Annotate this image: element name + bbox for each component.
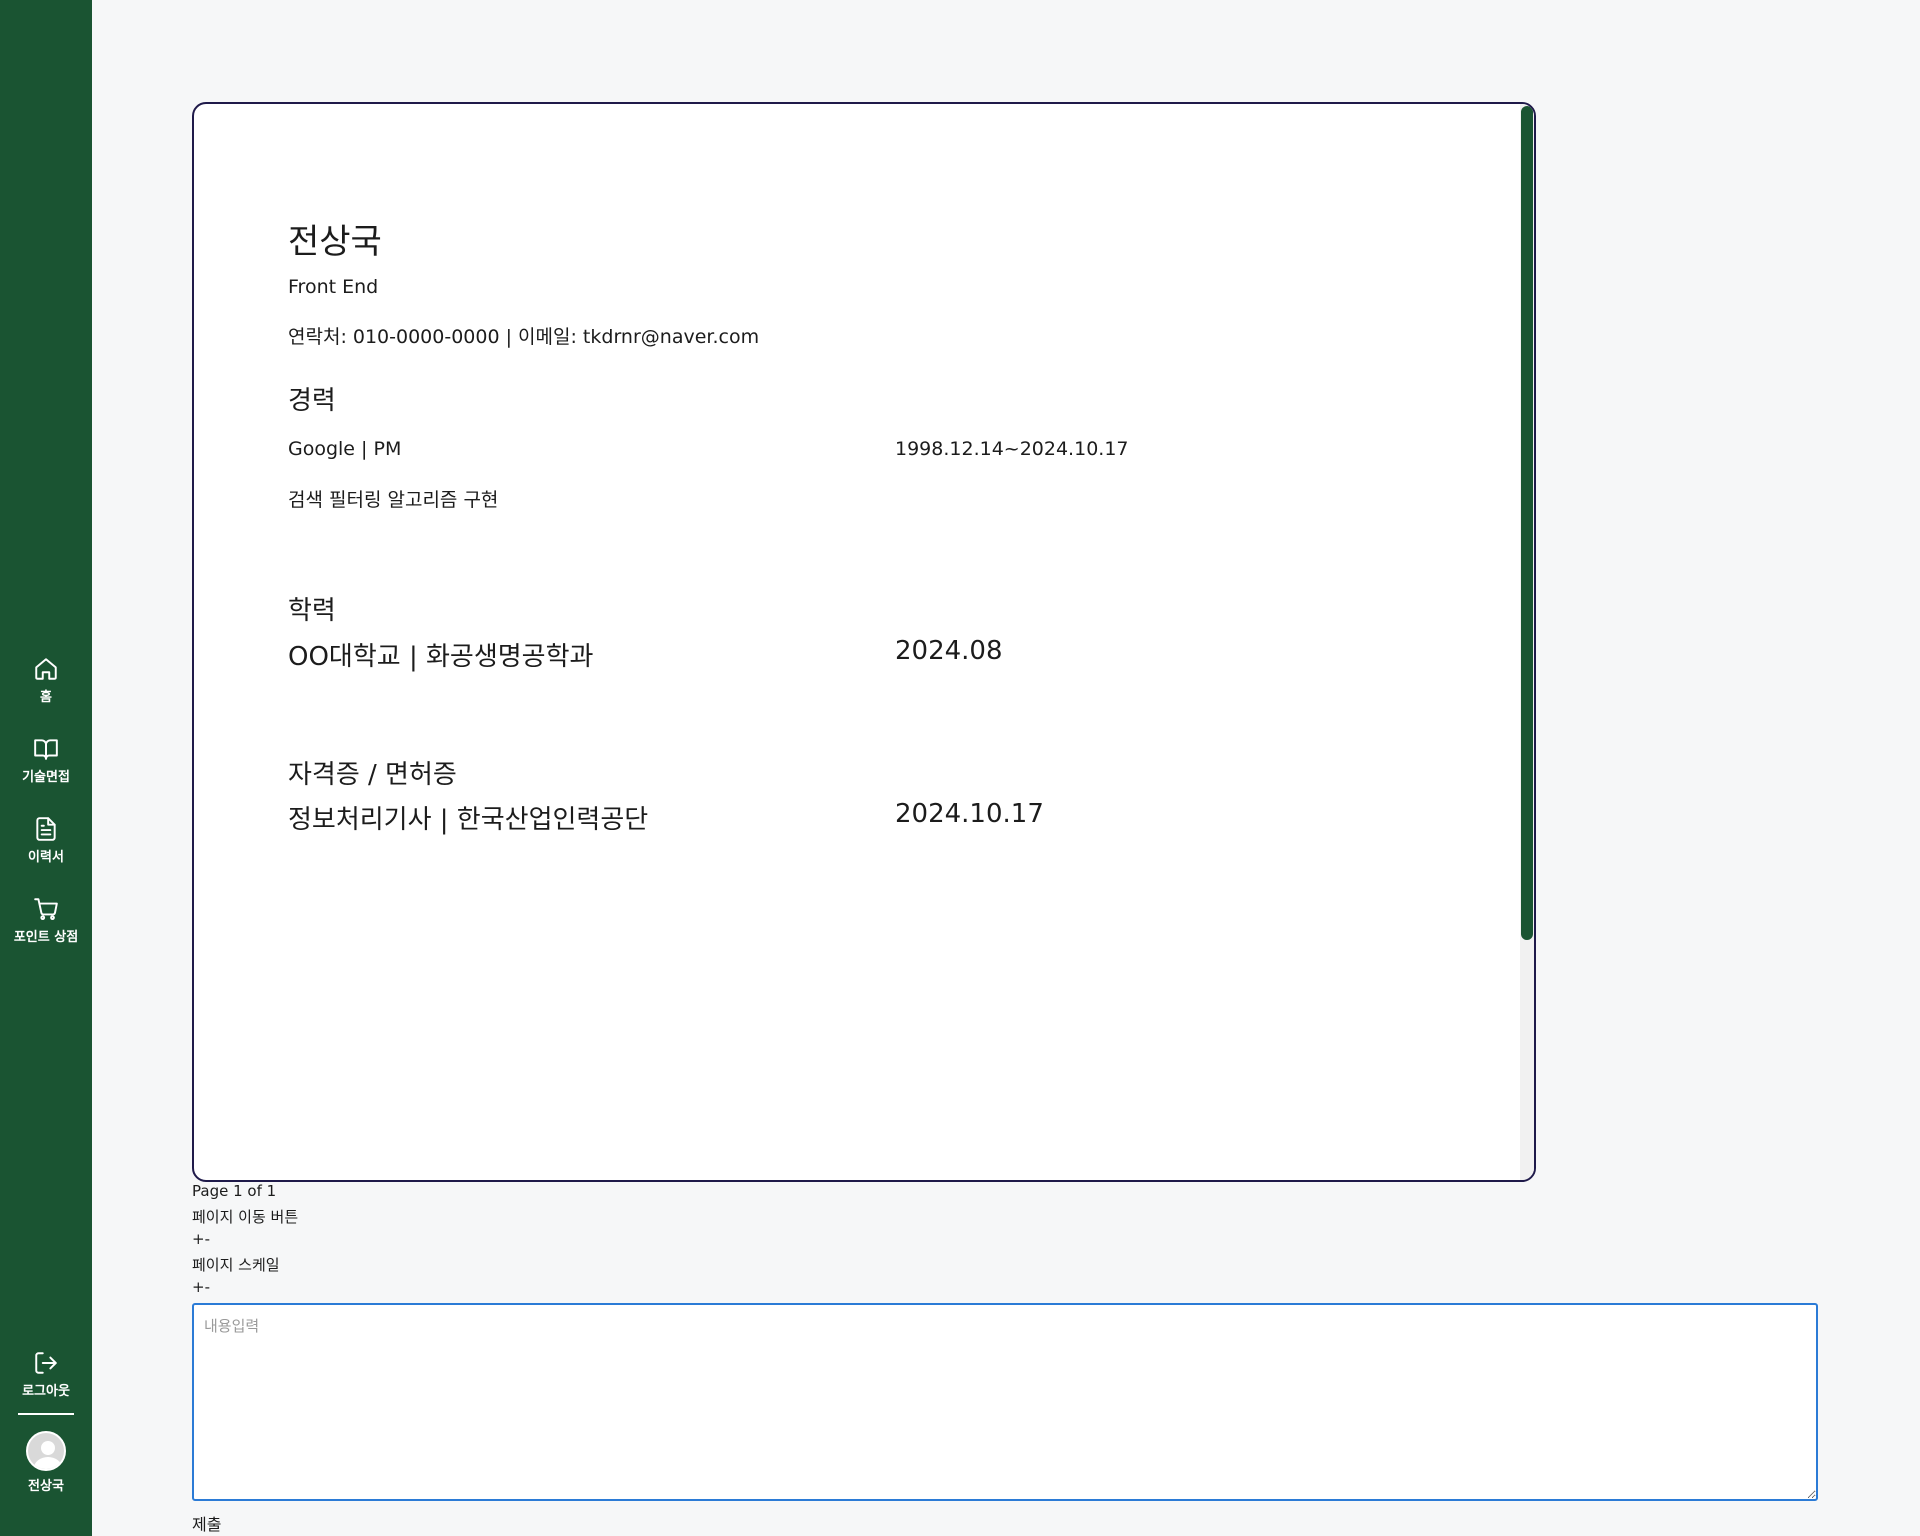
logout-label: 로그아웃 <box>22 1384 70 1399</box>
book-icon <box>34 739 58 760</box>
page-nav-controls[interactable]: +- <box>192 1230 210 1248</box>
viewer-scrollbar[interactable] <box>1520 104 1534 1180</box>
cart-icon <box>34 898 58 921</box>
logout-icon <box>35 1352 57 1374</box>
avatar-icon <box>26 1431 66 1471</box>
sidebar-item-home[interactable]: 홈 <box>0 656 92 705</box>
sidebar-item-label: 이력서 <box>28 850 64 865</box>
home-icon <box>35 658 57 680</box>
submit-button[interactable]: 제출 <box>192 1511 221 1535</box>
education-school: OO대학교 | 화공생명공학과 <box>288 642 594 672</box>
resume-contact: 연락처: 010-0000-0000 | 이메일: tkdrnr@naver.c… <box>288 326 760 348</box>
sidebar-item-interview[interactable]: 기술면접 <box>0 736 92 785</box>
education-heading: 학력 <box>288 596 336 626</box>
career-description: 검색 필터링 알고리즘 구현 <box>288 489 499 511</box>
certificate-date: 2024.10.17 <box>895 799 1044 829</box>
page-nav-label: 페이지 이동 버튼 <box>192 1208 299 1226</box>
sidebar-item-label: 홈 <box>40 690 52 705</box>
sidebar: 홈 기술면접 이력서 포인트 상점 로그아웃 전상국 <box>0 0 92 1536</box>
viewer-scroll-thumb[interactable] <box>1521 106 1533 940</box>
certificates-heading: 자격증 / 면허증 <box>288 760 457 790</box>
page-scale-label: 페이지 스케일 <box>192 1256 280 1274</box>
sidebar-item-resume[interactable]: 이력서 <box>0 816 92 865</box>
document-icon <box>36 817 56 841</box>
page-scale-controls[interactable]: +- <box>192 1278 210 1296</box>
sidebar-item-label: 기술면접 <box>22 770 70 785</box>
sidebar-divider <box>18 1413 74 1415</box>
resume-viewer[interactable]: 전상국 Front End 연락처: 010-0000-0000 | 이메일: … <box>192 102 1536 1182</box>
sidebar-item-point-shop[interactable]: 포인트 상점 <box>0 896 92 945</box>
resume-role: Front End <box>288 276 379 298</box>
education-date: 2024.08 <box>895 636 1003 666</box>
certificate-name: 정보처리기사 | 한국산업인력공단 <box>288 805 649 835</box>
logout-button[interactable]: 로그아웃 <box>0 1350 92 1399</box>
user-profile[interactable]: 전상국 <box>0 1431 92 1494</box>
user-name: 전상국 <box>28 1479 64 1494</box>
career-period: 1998.12.14~2024.10.17 <box>895 438 1129 460</box>
career-heading: 경력 <box>288 386 336 416</box>
comment-input[interactable] <box>192 1303 1818 1501</box>
sidebar-item-label: 포인트 상점 <box>13 930 79 945</box>
resume-name: 전상국 <box>288 222 382 262</box>
page-info: Page 1 of 1 <box>192 1182 277 1200</box>
career-company: Google | PM <box>288 438 402 460</box>
